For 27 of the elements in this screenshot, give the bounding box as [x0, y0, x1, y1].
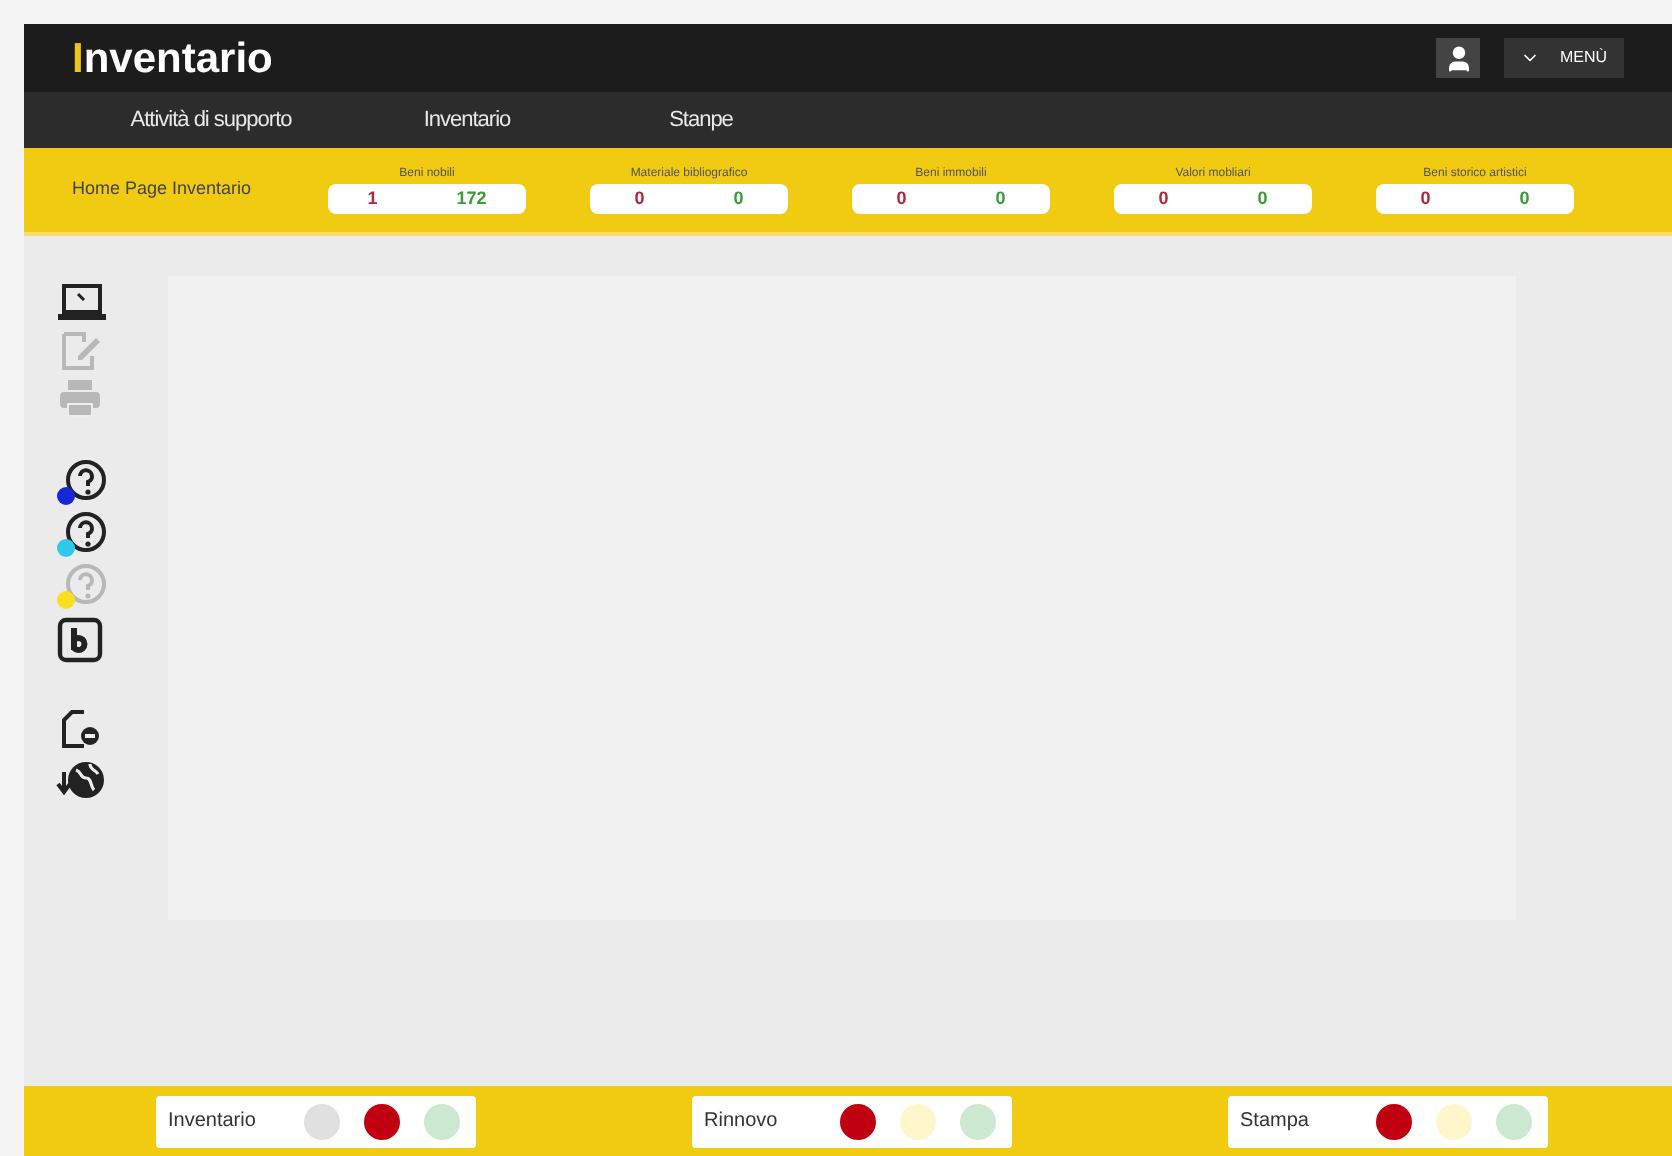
- count-value: 0: [896, 185, 907, 212]
- nav-link[interactable]: Stanpe: [584, 103, 818, 137]
- count-value: 0: [733, 185, 744, 212]
- count-value: 0: [1158, 185, 1169, 212]
- help-icon[interactable]: [56, 512, 108, 560]
- help-icon[interactable]: [56, 460, 108, 508]
- nav-link[interactable]: Attività di supporto: [24, 103, 350, 137]
- count-value: 0: [1257, 185, 1268, 212]
- count-value: 0: [1519, 185, 1530, 212]
- count-value: 0: [995, 185, 1006, 212]
- menu-button[interactable]: MENÙ: [1504, 38, 1624, 78]
- status-label: Stampa: [1240, 1108, 1311, 1136]
- user-button[interactable]: [1436, 38, 1480, 78]
- count-value: 172: [456, 185, 487, 212]
- count-value: 1: [367, 185, 378, 212]
- app-logo: Inventario: [72, 37, 273, 79]
- b-icon[interactable]: [56, 616, 104, 664]
- nav-link[interactable]: Inventario: [350, 103, 584, 137]
- globe-icon[interactable]: [56, 756, 108, 804]
- laptop-icon[interactable]: [56, 280, 108, 324]
- page-title: Home Page Inventario: [70, 176, 254, 203]
- document-icon[interactable]: [56, 704, 104, 752]
- count-value: 0: [634, 185, 645, 212]
- status-label: Inventario: [168, 1108, 258, 1136]
- count-value: 0: [1420, 185, 1431, 212]
- user-icon: [1443, 43, 1473, 73]
- status-label: Rinnovo: [704, 1108, 780, 1136]
